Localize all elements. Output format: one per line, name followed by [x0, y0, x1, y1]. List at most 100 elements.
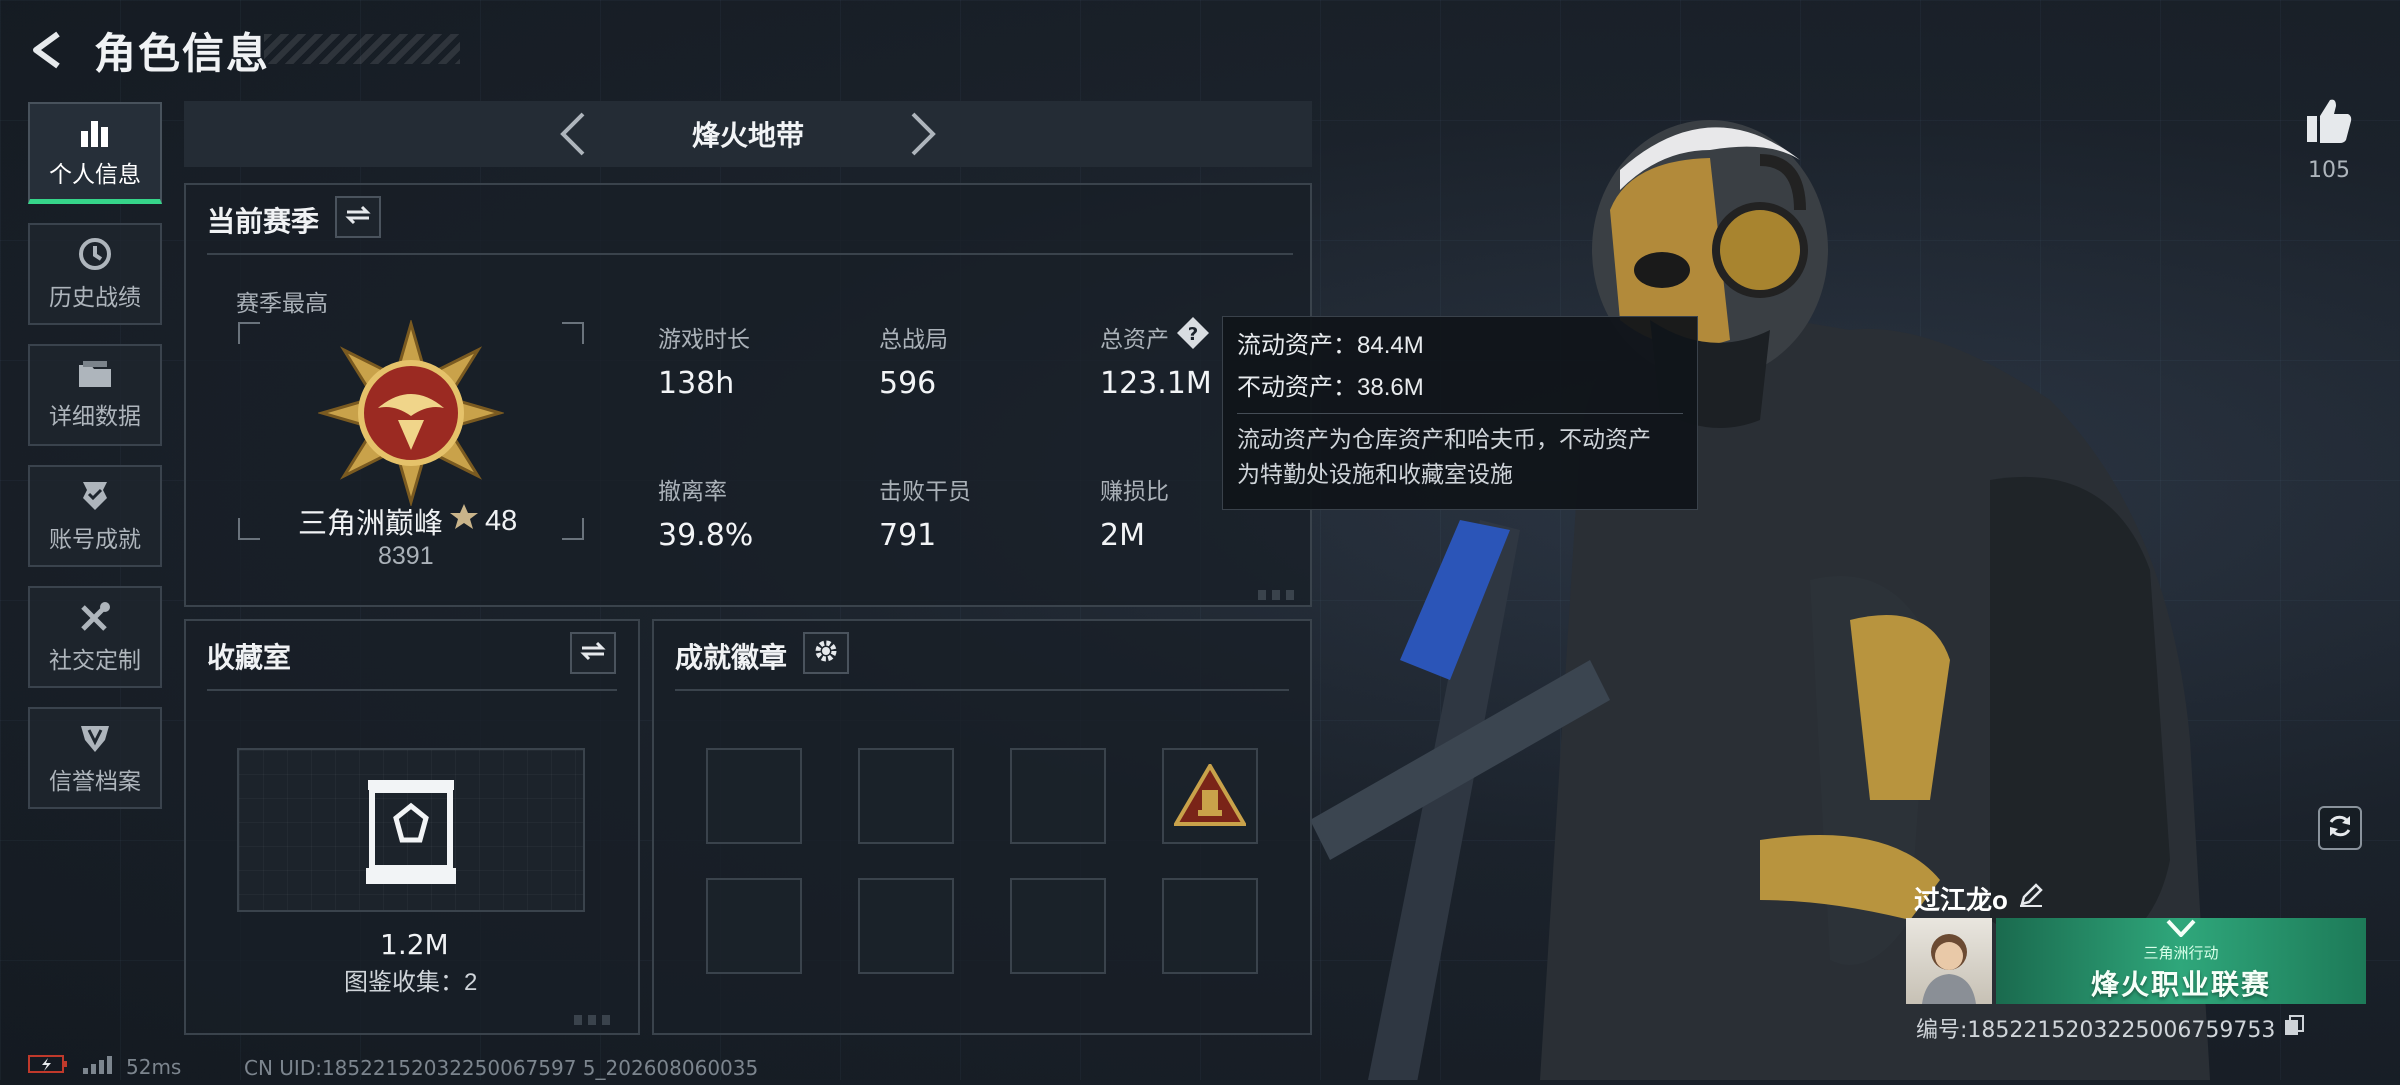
bar-chart-icon	[78, 115, 112, 149]
refresh-button[interactable]	[2318, 806, 2362, 850]
badge-slot[interactable]	[858, 878, 954, 974]
nav-item-reputation[interactable]: 信誉档案	[28, 707, 162, 809]
player-name-row: 过江龙o	[1914, 880, 2044, 917]
nav-label: 个人信息	[49, 160, 141, 187]
prev-map-chevron-icon[interactable]	[548, 109, 598, 159]
banner-subtitle: 三角洲行动	[2143, 945, 2219, 962]
badge-slot-filled[interactable]	[1162, 748, 1258, 844]
rank-star-icon	[449, 502, 479, 540]
banner-logo-icon	[2166, 919, 2196, 942]
rank-name: 三角洲巅峰 48	[298, 500, 517, 542]
back-arrow-icon[interactable]	[26, 28, 70, 72]
edit-pencil-icon[interactable]	[2018, 882, 2044, 915]
side-nav: 个人信息 历史战绩 详细数据 账号成就 社交定制 信誉档案	[28, 102, 166, 828]
stat-label: 总战局	[879, 326, 948, 352]
status-bar: 52ms	[28, 1054, 181, 1079]
badges-divider	[675, 689, 1289, 691]
rank-emblem-icon	[316, 318, 506, 508]
nav-item-personal-info[interactable]: 个人信息	[28, 102, 162, 204]
season-best-label: 赛季最高	[236, 290, 328, 316]
player-id: 编号:1852215203225006759753	[1916, 1018, 2276, 1043]
player-id-row: 编号:1852215203225006759753	[1916, 1012, 2305, 1044]
nav-label: 账号成就	[49, 526, 141, 552]
collection-value: 1.2M	[380, 928, 449, 961]
badge-slot[interactable]	[1010, 748, 1106, 844]
nav-item-achievements[interactable]: 账号成就	[28, 465, 162, 567]
nav-item-detailed-data[interactable]: 详细数据	[28, 344, 162, 446]
stat-value: 123.1M	[1100, 366, 1212, 401]
title-decoration	[264, 34, 460, 64]
badge-slot[interactable]	[706, 878, 802, 974]
svg-text:?: ?	[1188, 324, 1198, 345]
assets-tooltip: 流动资产：84.4M 不动资产：38.6M 流动资产为仓库资产和哈夫币，不动资产…	[1222, 316, 1698, 510]
header: 角色信息	[26, 22, 270, 78]
copy-icon[interactable]	[2283, 1014, 2305, 1042]
nav-item-match-history[interactable]: 历史战绩	[28, 223, 162, 325]
tooltip-description: 为特勤处设施和收藏室设施	[1237, 461, 1513, 487]
collection-title: 收藏室	[207, 642, 292, 673]
tooltip-description: 流动资产为仓库资产和哈夫币，不动资产	[1237, 426, 1651, 452]
collection-count: 图鉴收集：2	[344, 969, 478, 996]
stat-kills: 击败干员 791	[879, 472, 971, 553]
gear-icon	[813, 638, 839, 669]
battery-icon	[28, 1054, 68, 1079]
badge-slot[interactable]	[858, 748, 954, 844]
badges-title: 成就徽章	[675, 642, 788, 673]
stat-play-time: 游戏时长 138h	[658, 320, 750, 401]
stat-label: 赚损比	[1100, 478, 1169, 504]
panel-corner-decoration	[574, 1015, 614, 1025]
history-icon	[77, 236, 113, 272]
season-switch-button[interactable]	[335, 196, 381, 238]
stat-total-matches: 总战局 596	[879, 320, 948, 401]
nav-label: 社交定制	[49, 647, 141, 673]
badge-slot[interactable]	[706, 748, 802, 844]
stat-label: 击败干员	[879, 478, 971, 504]
stat-label: 撤离率	[658, 478, 727, 504]
season-title: 当前赛季	[207, 206, 320, 237]
badge-slot[interactable]	[1010, 878, 1106, 974]
server-uid: CN UID:18522152032250067597 5_2026080600…	[244, 1056, 759, 1080]
map-name: 烽火地带	[691, 120, 804, 151]
avatar[interactable]	[1906, 918, 1992, 1004]
help-question-icon[interactable]: ?	[1176, 316, 1210, 350]
badges-settings-button[interactable]	[803, 632, 849, 674]
stat-value: 39.8%	[658, 518, 754, 553]
badge-slot[interactable]	[1162, 878, 1258, 974]
banner-title: 烽火职业联赛	[2090, 969, 2271, 1000]
nav-item-social-custom[interactable]: 社交定制	[28, 586, 162, 688]
tooltip-divider	[1237, 413, 1683, 414]
swap-icon	[580, 641, 606, 666]
stat-extract-rate: 撤离率 39.8%	[658, 472, 753, 553]
collection-switch-button[interactable]	[570, 632, 616, 674]
season-divider	[207, 253, 1293, 255]
player-banner[interactable]: 三角洲行动 烽火职业联赛	[1996, 918, 2366, 1004]
stat-label: 游戏时长	[658, 326, 750, 352]
tooltip-liquid-assets: 流动资产：84.4M	[1237, 332, 1424, 359]
achievement-icon	[77, 478, 113, 514]
collection-divider	[207, 689, 617, 691]
stat-value: 596	[879, 366, 937, 401]
page-title: 角色信息	[94, 29, 271, 77]
rank-title: 三角洲巅峰	[298, 508, 444, 540]
nav-label: 历史战绩	[49, 284, 141, 310]
stat-value: 2M	[1100, 518, 1145, 553]
tooltip-fixed-assets: 不动资产：38.6M	[1237, 374, 1424, 401]
like-thumbs-up-icon[interactable]	[2302, 96, 2356, 151]
next-map-chevron-icon[interactable]	[898, 109, 948, 159]
swap-icon	[345, 205, 371, 230]
stat-value: 138h	[658, 366, 735, 401]
tools-icon	[77, 599, 113, 635]
rank-score: 8391	[378, 542, 434, 570]
signal-icon	[82, 1054, 112, 1079]
pyramid-badge-icon	[1172, 762, 1248, 831]
rank-star-count: 48	[485, 504, 518, 537]
nav-label: 信誉档案	[49, 768, 141, 794]
display-case-icon	[364, 776, 458, 888]
stat-profit-ratio: 赚损比 2M	[1100, 472, 1169, 553]
nav-label: 详细数据	[49, 403, 141, 429]
like-count: 105	[2308, 158, 2350, 183]
shield-icon	[77, 720, 113, 756]
ping-value: 52ms	[126, 1054, 182, 1079]
map-selector: 烽火地带	[184, 101, 1312, 167]
player-name: 过江龙o	[1914, 885, 2008, 915]
